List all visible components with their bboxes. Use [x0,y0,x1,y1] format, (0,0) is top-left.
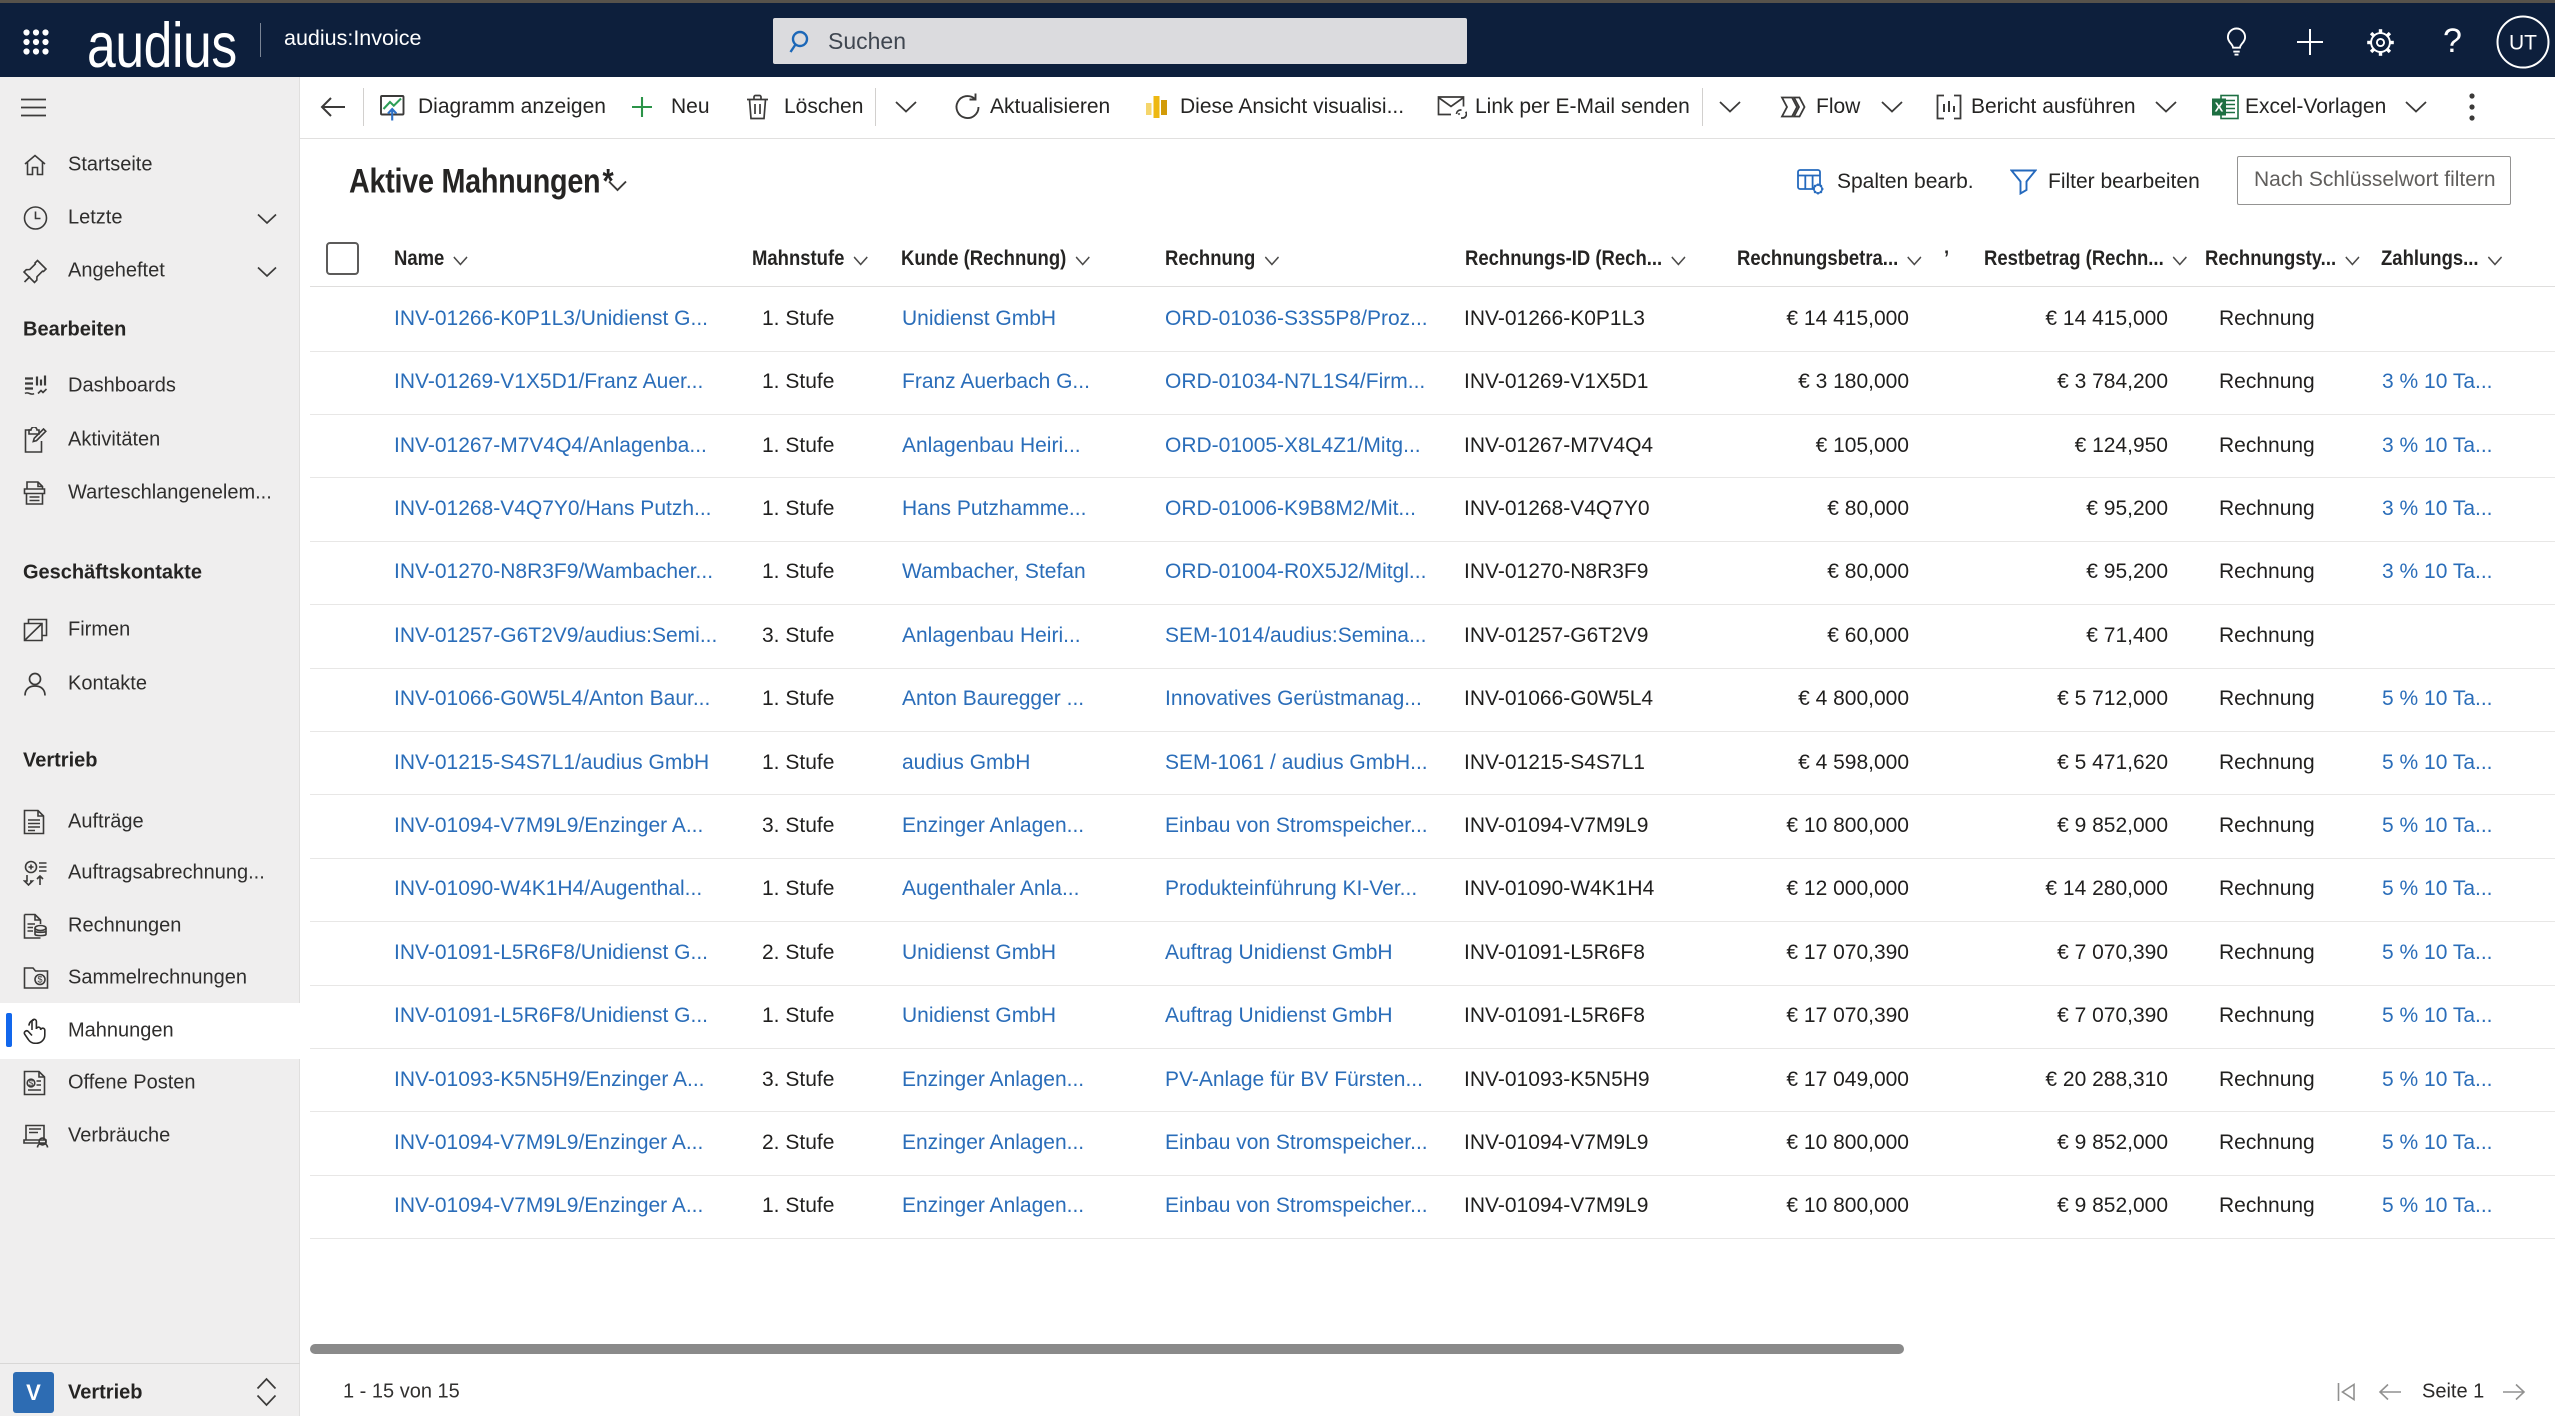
svg-text:X: X [2215,100,2224,115]
svg-text:UT: UT [2509,32,2537,55]
